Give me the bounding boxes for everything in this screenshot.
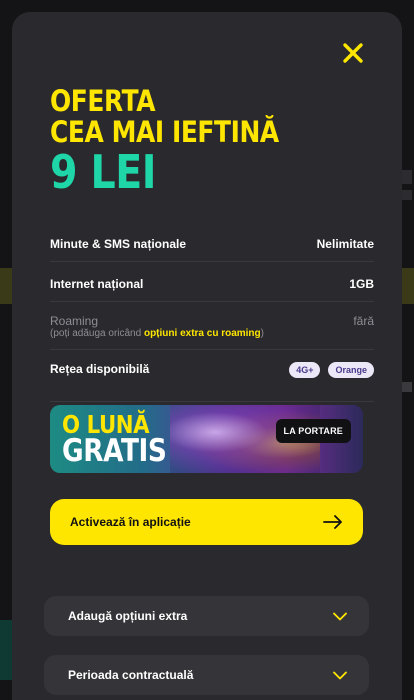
promo-banner[interactable]: O LUNĂ GRATIS LA PORTARE [50,405,363,473]
chevron-down-icon [333,671,347,679]
offer-price: 9 LEI [50,145,157,199]
feature-list: Minute & SMS naționale Nelimitate Intern… [50,222,374,402]
banner-line2: GRATIS [62,433,167,469]
offer-title-line1: OFERTA [50,84,156,118]
roaming-note: (poți adăuga oricând opțiuni extra cu ro… [50,328,264,340]
accordion-extra-options[interactable]: Adaugă opțiuni extra [44,596,369,636]
offer-modal: OFERTA CEA MAI IEFTINĂ 9 LEI Minute & SM… [12,12,402,700]
accordion-label: Adaugă opțiuni extra [68,609,188,623]
feature-label: Internet național [50,277,144,291]
banner-pill: LA PORTARE [275,419,351,443]
banner-text: O LUNĂ GRATIS [62,411,167,469]
feature-label: Roaming [50,314,99,328]
cta-label: Activează în aplicație [70,515,191,529]
network-badges: 4G+ Orange [289,362,374,378]
accordion-contract-period[interactable]: Perioada contractuală [44,655,369,695]
feature-row-roaming: Roaming (poți adăuga oricând opțiuni ext… [50,302,374,350]
feature-label: Rețea disponibilă [50,362,150,376]
close-icon [343,43,363,63]
roaming-note-prefix: (poți adăuga oricând [50,328,144,339]
activate-in-app-button[interactable]: Activează în aplicație [50,499,363,545]
offer-title: OFERTA CEA MAI IEFTINĂ 9 LEI [50,84,316,199]
feature-value: fără [353,314,374,328]
feature-row-network: Rețea disponibilă 4G+ Orange [50,350,374,402]
roaming-note-suffix: ) [260,328,264,339]
feature-row-minutes: Minute & SMS naționale Nelimitate [50,222,374,262]
badge-orange: Orange [328,362,374,378]
accordion-label: Perioada contractuală [68,668,194,682]
chevron-down-icon [333,612,347,620]
feature-label: Minute & SMS naționale [50,237,187,251]
feature-value: 1GB [349,277,374,291]
feature-row-internet: Internet național 1GB [50,262,374,302]
close-button[interactable] [340,40,366,66]
feature-value: Nelimitate [316,237,374,251]
badge-4g: 4G+ [289,362,321,378]
roaming-extra-options-link[interactable]: opțiuni extra cu roaming [144,328,261,339]
offer-title-line2: CEA MAI IEFTINĂ [50,115,279,149]
arrow-right-icon [323,515,342,529]
